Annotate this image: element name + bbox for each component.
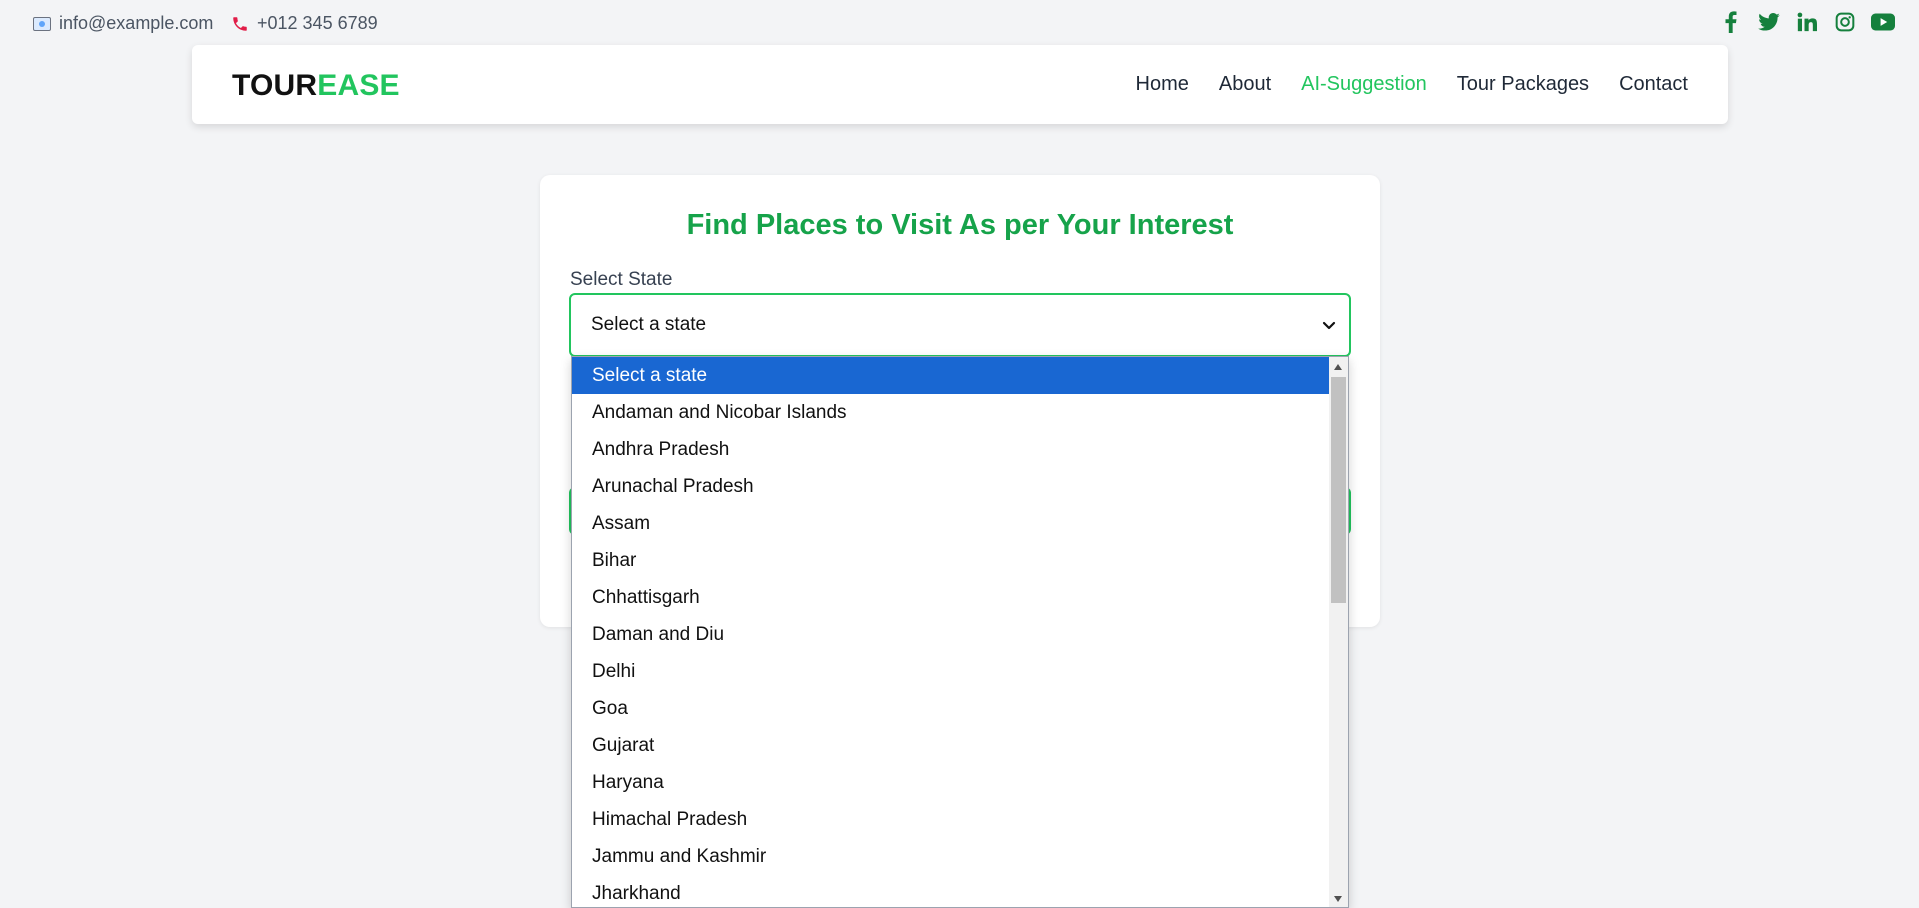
facebook-icon[interactable] [1719,10,1743,34]
state-dropdown-list: Select a state Andaman and Nicobar Islan… [571,356,1349,908]
state-label: Select State [570,269,673,290]
twitter-icon[interactable] [1757,10,1781,34]
state-option[interactable]: Goa [572,690,1329,727]
envelope-icon [32,14,52,34]
state-option[interactable]: Delhi [572,653,1329,690]
scroll-down-arrow-icon[interactable] [1334,896,1342,902]
scroll-up-arrow-icon[interactable] [1334,364,1342,370]
state-option[interactable]: Himachal Pradesh [572,801,1329,838]
logo[interactable]: TOUREASE [232,69,400,103]
youtube-icon[interactable] [1871,10,1895,34]
state-option[interactable]: Assam [572,505,1329,542]
state-select[interactable]: Select a state [569,293,1351,357]
nav-about[interactable]: About [1219,73,1271,96]
state-option[interactable]: Chhattisgarh [572,579,1329,616]
email-contact[interactable]: info@example.com [32,13,213,34]
email-text: info@example.com [59,13,214,33]
phone-text: +012 345 6789 [257,13,378,33]
logo-part-tour: TOUR [232,69,318,102]
instagram-icon[interactable] [1833,10,1857,34]
navbar: TOUREASE Home About AI-Suggestion Tour P… [192,45,1728,124]
state-select-value: Select a state [591,314,707,335]
nav-links: Home About AI-Suggestion Tour Packages C… [1136,73,1689,96]
page-title: Find Places to Visit As per Your Interes… [686,209,1234,241]
state-option[interactable]: Select a state [572,357,1329,394]
chevron-down-icon [1321,317,1337,333]
phone-contact[interactable]: +012 345 6789 [230,13,378,34]
phone-icon [230,14,250,34]
social-links [1719,10,1895,34]
state-option[interactable]: Daman and Diu [572,616,1329,653]
nav-ai-suggestion[interactable]: AI-Suggestion [1301,73,1427,96]
nav-home[interactable]: Home [1136,73,1189,96]
state-option[interactable]: Haryana [572,764,1329,801]
top-bar: info@example.com +012 345 6789 [0,0,1919,45]
logo-part-ease: EASE [317,69,400,102]
state-option[interactable]: Jharkhand [572,875,1329,907]
state-option[interactable]: Bihar [572,542,1329,579]
nav-tour-packages[interactable]: Tour Packages [1457,73,1589,96]
state-option[interactable]: Gujarat [572,727,1329,764]
dropdown-scrollbar[interactable] [1329,357,1348,907]
linkedin-icon[interactable] [1795,10,1819,34]
state-option[interactable]: Jammu and Kashmir [572,838,1329,875]
scrollbar-thumb[interactable] [1331,377,1346,603]
state-option[interactable]: Andaman and Nicobar Islands [572,394,1329,431]
nav-contact[interactable]: Contact [1619,73,1688,96]
state-option[interactable]: Arunachal Pradesh [572,468,1329,505]
state-option[interactable]: Andhra Pradesh [572,431,1329,468]
